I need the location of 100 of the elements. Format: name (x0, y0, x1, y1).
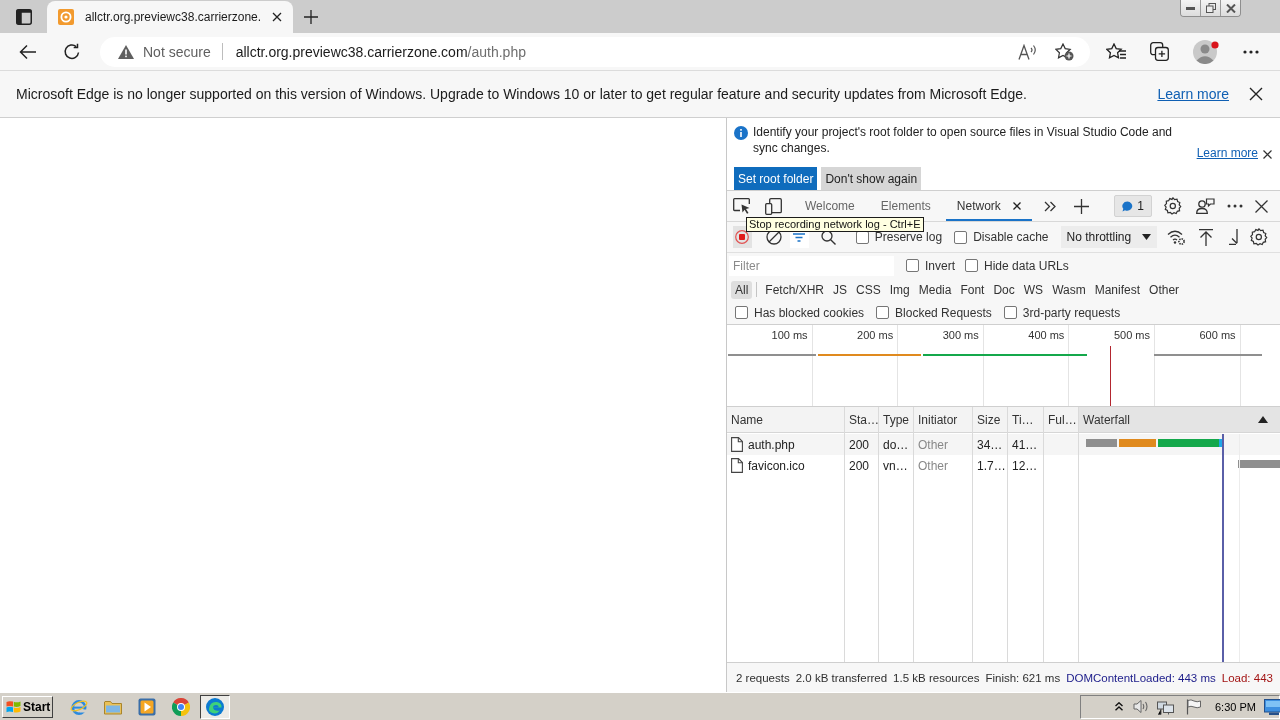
column-header[interactable]: Size (973, 407, 1007, 433)
checkbox-label[interactable]: Disable cache (973, 230, 1049, 244)
type-filter[interactable]: JS (829, 280, 852, 299)
issues-button[interactable]: 1 (1114, 195, 1152, 217)
checkbox-label[interactable]: Blocked Requests (895, 305, 992, 320)
back-icon[interactable] (19, 43, 37, 60)
browser-tab[interactable]: allctr.org.previewc38.carrierzone. (47, 1, 294, 33)
more-icon[interactable] (1243, 49, 1259, 54)
banner-message: Microsoft Edge is no longer supported on this version of Windows. Upgrade to Windows 10 or later to get regular feature and security updates from Microsoft Edge. (16, 86, 1027, 102)
summary-text: Load: 443 (1221, 671, 1273, 684)
tick-label: 600 ms (1199, 329, 1236, 341)
checkbox-label[interactable]: Preserve log (874, 230, 943, 244)
type-filter[interactable]: Other (1145, 280, 1184, 299)
column-header[interactable]: Waterfall (1079, 407, 1280, 433)
type-filter[interactable]: Wasm (1048, 280, 1090, 299)
taskbar-button[interactable] (200, 694, 230, 719)
checkbox[interactable] (954, 230, 968, 244)
clock-label[interactable]: 6:30 PM (1215, 700, 1256, 713)
person-chat-icon[interactable] (1196, 198, 1215, 214)
monitor-icon[interactable] (1263, 698, 1280, 715)
squares-plus-icon[interactable] (1150, 42, 1169, 61)
summary-text: Finish: 621 ms (985, 671, 1061, 684)
summary-text: DOMContentLoaded: 443 ms (1066, 671, 1216, 684)
checkbox[interactable] (906, 259, 919, 272)
letter-sound-waves-icon[interactable] (1018, 43, 1037, 60)
computers-icon[interactable] (1157, 698, 1174, 715)
sort-ascending-icon (1258, 416, 1268, 423)
start-button[interactable]: Start (2, 695, 53, 718)
checkbox-label[interactable]: Invert (925, 258, 955, 273)
ring-tile-icon (58, 9, 74, 25)
checkbox-label[interactable]: Has blocked cookies (754, 305, 865, 320)
new-tab-icon[interactable] (304, 10, 319, 24)
type-filter[interactable]: All (731, 280, 753, 299)
column-header[interactable]: Ful… (1044, 407, 1078, 433)
double-chevron-up-icon[interactable] (1115, 702, 1123, 711)
table-cell-text: 200 (848, 457, 871, 475)
close-icon[interactable] (1263, 150, 1272, 159)
warning-icon[interactable] (118, 44, 134, 59)
close-icon[interactable] (1255, 199, 1268, 213)
column-header[interactable]: Sta… (845, 407, 878, 433)
type-filter[interactable]: Manifest (1090, 280, 1145, 299)
settings-icon[interactable] (1250, 228, 1268, 246)
window-panel-icon[interactable] (15, 8, 32, 25)
table-cell[interactable]: auth.php (727, 434, 844, 455)
type-filter[interactable]: CSS (852, 280, 885, 299)
close-button[interactable] (1220, 0, 1240, 16)
type-filter[interactable]: Font (956, 280, 989, 299)
type-filter[interactable]: Fetch/XHR (761, 280, 829, 299)
type-filter[interactable]: Img (885, 280, 914, 299)
checkbox-label[interactable]: 3rd-party requests (1022, 305, 1121, 320)
column-header[interactable]: Type (879, 407, 913, 433)
table-cell[interactable]: favicon.ico (727, 455, 844, 476)
download-icon[interactable] (1229, 229, 1240, 245)
close-icon[interactable] (1249, 87, 1263, 101)
learn-more-link[interactable]: Learn more (1157, 86, 1229, 102)
refresh-icon[interactable] (63, 42, 81, 61)
tick-label: 500 ms (1113, 329, 1150, 341)
url-text[interactable]: allctr.org.previewc38.carrierzone.com/auth.php (235, 43, 526, 60)
throttling-dropdown[interactable]: No throttling (1060, 226, 1157, 248)
checkbox[interactable] (965, 259, 978, 272)
table-cell: Other (914, 434, 972, 455)
tricolor-circle-icon (172, 697, 190, 716)
infobar-message: Identify your project's root folder to open source files in Visual Studio Code and sync changes. (753, 124, 1173, 156)
checkbox[interactable] (735, 306, 748, 319)
more-icon[interactable] (1227, 204, 1243, 208)
column-header[interactable]: Ti… (1008, 407, 1043, 433)
column-header[interactable]: Name (727, 407, 844, 433)
star-plus-icon[interactable] (1055, 42, 1074, 61)
wifi-gear-icon[interactable] (1167, 229, 1185, 245)
checkbox[interactable] (876, 306, 890, 319)
upload-icon[interactable] (1199, 228, 1213, 246)
type-filter[interactable]: WS (1019, 280, 1048, 299)
plus-icon[interactable] (1073, 198, 1089, 214)
double-chevron-icon[interactable] (1043, 200, 1056, 212)
filter-icon (793, 232, 806, 242)
address-bar[interactable]: Not secure allctr.org.previewc38.carrierzone.com/auth.php (100, 36, 1090, 67)
checkbox[interactable] (1003, 306, 1017, 319)
infobar-button[interactable]: Don't show again (821, 167, 922, 190)
filter-field[interactable]: Filter (729, 255, 894, 276)
type-filter[interactable]: Media (914, 280, 956, 299)
checkbox-label[interactable]: Hide data URLs (984, 258, 1069, 273)
cursor-in-box-icon[interactable] (733, 198, 751, 214)
infobar-button[interactable]: Set root folder (734, 167, 818, 190)
speaker-icon[interactable] (1133, 699, 1149, 714)
minimize-button[interactable] (1181, 0, 1200, 16)
settings-icon[interactable] (1164, 197, 1182, 215)
table-cell: 34… (973, 434, 1007, 455)
star-list-icon[interactable] (1106, 43, 1126, 60)
file-icon (731, 458, 743, 473)
security-label[interactable]: Not secure (143, 43, 211, 60)
restore-button[interactable] (1200, 0, 1220, 16)
avatar-icon[interactable] (1193, 39, 1219, 64)
close-icon[interactable] (272, 12, 283, 22)
learn-more-link[interactable]: Learn more (1196, 146, 1258, 160)
type-filter[interactable]: Doc (989, 280, 1019, 299)
flag-icon[interactable] (1186, 698, 1201, 715)
close-icon[interactable] (1012, 202, 1021, 210)
table-cell: 41… (1008, 434, 1043, 455)
phone-tablet-icon[interactable] (765, 197, 782, 215)
column-header[interactable]: Initiator (914, 407, 972, 433)
